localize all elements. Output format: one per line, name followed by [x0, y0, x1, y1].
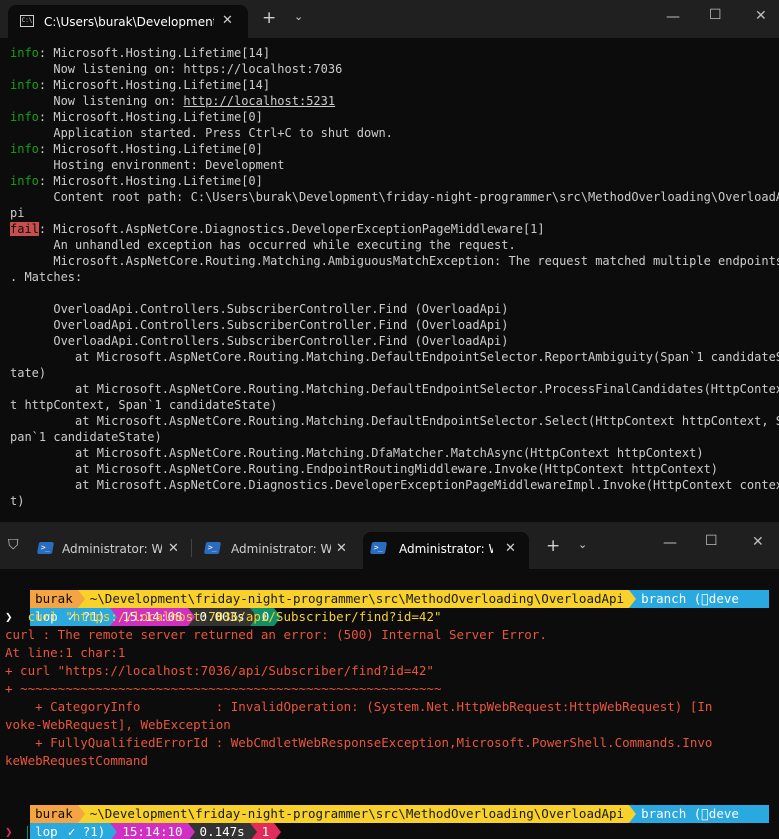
log-line: info: Microsoft.Hosting.Lifetime[0] — [10, 142, 263, 156]
prompt-line: lop ✓ ?1) 15:14:10 0.147s 1 — [0, 805, 282, 839]
tab-admin-2[interactable]: >_ Administrator: W ✕ — [197, 532, 357, 569]
log-line: . Matches: — [10, 270, 83, 284]
log-line: OverloadApi.Controllers.SubscriberContro… — [10, 318, 509, 332]
prompt-branch: branch (deve — [636, 590, 769, 608]
log-line: fail: Microsoft.AspNetCore.Diagnostics.D… — [10, 222, 545, 236]
log-line: OverloadApi.Controllers.SubscriberContro… — [10, 302, 509, 316]
log-line: at Microsoft.AspNetCore.Routing.Matching… — [10, 382, 779, 396]
log-line: at Microsoft.AspNetCore.Routing.Matching… — [10, 350, 779, 364]
new-tab-button[interactable]: + — [546, 536, 560, 556]
powerline-arrow — [629, 590, 637, 608]
localhost-link[interactable]: http://localhost:5231 — [183, 94, 335, 108]
prompt-line: burak ~\Development\friday-night-programm… — [0, 572, 769, 608]
error-line: + ~~~~~~~~~~~~~~~~~~~~~~~~~~~~~~~~~~~~~~… — [5, 681, 442, 696]
log-line: Application started. Press Ctrl+C to shu… — [10, 126, 393, 140]
powerline-arrow — [629, 805, 637, 823]
title-bar: C:\ C:\Users\burak\Development' ✕ + ⌄ — … — [0, 0, 779, 38]
log-line: at Microsoft.AspNetCore.Routing.Matching… — [10, 446, 704, 460]
log-line: tate) — [10, 366, 47, 380]
log-line: t httpContext, Span`1 candidateState) — [10, 398, 278, 412]
powerline-arrow — [249, 823, 257, 839]
command-line: ❯ curl "https://localhost:7036/api/Subsc… — [5, 608, 442, 626]
close-tab-icon[interactable]: ✕ — [505, 541, 516, 556]
log-line: info: Microsoft.Hosting.Lifetime[14] — [10, 78, 271, 92]
fail-badge: fail — [10, 222, 39, 236]
log-line: pi — [10, 206, 25, 220]
log-line: pan`1 candidateState) — [10, 430, 162, 444]
git-status: ✓ ?1) — [62, 823, 111, 839]
tab-admin-1[interactable]: >_ Administrator: W ✕ — [30, 532, 190, 569]
prompt-char: ❯ — [5, 824, 13, 839]
input-line[interactable]: ❯ — [5, 823, 28, 839]
log-line: at Microsoft.AspNetCore.Routing.Endpoint… — [10, 462, 719, 476]
powerline-arrow — [187, 823, 195, 839]
prompt-line: lop ✓ ?1) 15:14:08 0.003s 0 — [0, 590, 282, 626]
new-tab-button[interactable]: + — [262, 8, 276, 28]
powershell-icon: >_ — [203, 542, 222, 554]
log-line: at Microsoft.AspNetCore.Diagnostics.Deve… — [10, 478, 779, 492]
command-prompt-icon: C:\ — [20, 15, 34, 27]
chevron-down-icon[interactable]: ⌄ — [578, 538, 587, 551]
log-line: Hosting environment: Development — [10, 158, 285, 172]
minimize-button[interactable]: — — [666, 9, 680, 25]
prompt-branch: branch (deve — [636, 805, 769, 823]
title-bar: ⛉ >_ Administrator: W ✕ >_ Administrator… — [0, 522, 779, 569]
close-tab-icon[interactable]: ✕ — [222, 13, 233, 28]
prompt-branch-cont: lop — [30, 823, 63, 839]
prompt-line: burak ~\Development\friday-night-programm… — [0, 787, 769, 823]
tab-title: C:\Users\burak\Development' — [44, 15, 214, 29]
log-line: info: Microsoft.Hosting.Lifetime[14] — [10, 46, 271, 60]
log-line: Microsoft.AspNetCore.Routing.Matching.Am… — [10, 254, 779, 268]
powerline-arrow — [274, 823, 282, 839]
log-line: Content root path: C:\Users\burak\Develo… — [10, 190, 779, 204]
tab-cmd[interactable]: C:\ C:\Users\burak\Development' ✕ — [8, 5, 248, 38]
tab-title: Administrator: W — [62, 542, 162, 556]
error-line: curl : The remote server returned an err… — [5, 627, 547, 642]
error-line: + CategoryInfo : InvalidOperation: (Syst… — [5, 699, 713, 714]
terminal-window-bottom: ⛉ >_ Administrator: W ✕ >_ Administrator… — [0, 522, 779, 839]
log-line: Now listening on: http://localhost:5231 — [10, 94, 336, 108]
tab-admin-3-active[interactable]: >_ Administrator: W ✕ — [363, 532, 529, 569]
error-line: At line:1 char:1 — [5, 645, 126, 660]
minimize-button[interactable]: — — [663, 535, 677, 551]
close-window-button[interactable]: ✕ — [752, 534, 764, 550]
log-line: info: Microsoft.Hosting.Lifetime[0] — [10, 174, 263, 188]
log-line: An unhandled exception has occurred whil… — [10, 238, 516, 252]
error-line: voke-WebRequest], WebException — [5, 717, 231, 732]
maximize-button[interactable]: ☐ — [705, 533, 718, 549]
log-line: t) — [10, 494, 25, 508]
log-line: at Microsoft.AspNetCore.Routing.Matching… — [10, 414, 779, 428]
text-cursor — [26, 825, 28, 839]
prompt-duration: 0.147s — [194, 823, 250, 839]
error-line: keWebRequestCommand — [5, 753, 148, 768]
tab-divider — [191, 539, 192, 557]
error-line: + curl "https://localhost:7036/api/Subsc… — [5, 663, 434, 678]
tab-title: Administrator: W — [399, 542, 493, 556]
tab-title: Administrator: W — [231, 542, 331, 556]
powerline-arrow — [110, 823, 118, 839]
prompt-exit-code: 1 — [256, 823, 275, 839]
powershell-icon: >_ — [369, 542, 388, 554]
prompt-char: ❯ — [5, 609, 13, 624]
close-window-button[interactable]: ✕ — [755, 8, 767, 24]
powershell-icon: >_ — [36, 542, 55, 554]
terminal-window-top: C:\ C:\Users\burak\Development' ✕ + ⌄ — … — [0, 0, 779, 522]
chevron-down-icon[interactable]: ⌄ — [294, 10, 303, 23]
log-line: OverloadApi.Controllers.SubscriberContro… — [10, 334, 509, 348]
log-line: info: Microsoft.Hosting.Lifetime[0] — [10, 110, 263, 124]
command-text: curl "https://localhost:7036/api/Subscri… — [12, 609, 442, 624]
shield-icon: ⛉ — [8, 537, 19, 553]
prompt-time: 15:14:10 — [117, 823, 188, 839]
error-line: + FullyQualifiedErrorId : WebCmdletWebRe… — [5, 735, 713, 750]
close-tab-icon[interactable]: ✕ — [168, 541, 179, 556]
log-line: Now listening on: https://localhost:7036 — [10, 62, 343, 76]
close-tab-icon[interactable]: ✕ — [336, 541, 347, 556]
maximize-button[interactable]: ☐ — [709, 7, 722, 23]
